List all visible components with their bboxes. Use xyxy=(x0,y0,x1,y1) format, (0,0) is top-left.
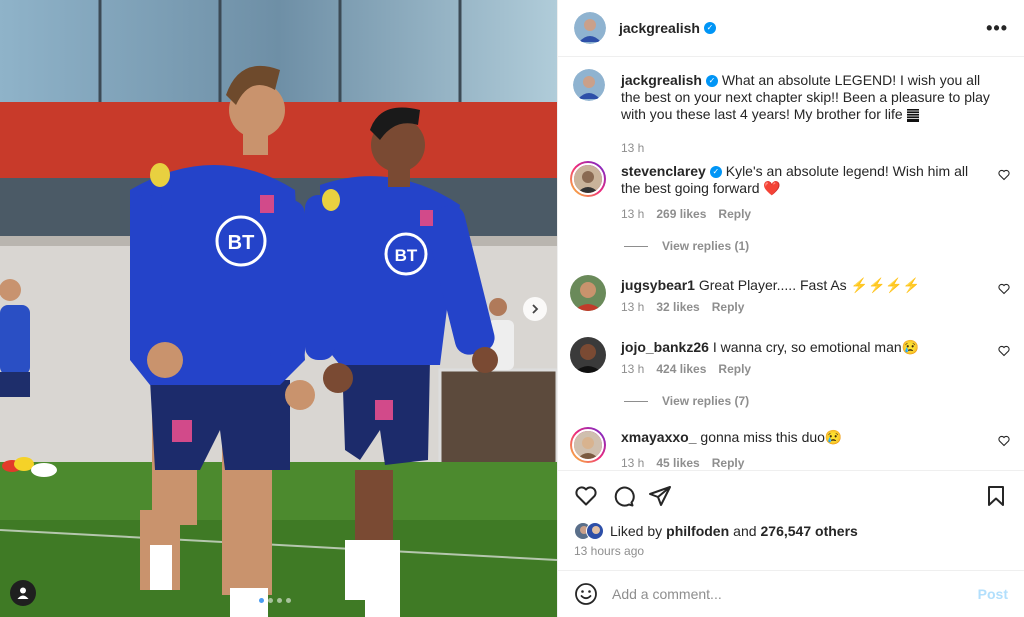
reply-button[interactable]: Reply xyxy=(712,456,745,470)
divider-line xyxy=(624,400,648,402)
comment-time: 13 h xyxy=(621,362,645,376)
jersey-logo-right: BT xyxy=(395,246,418,265)
reply-button[interactable]: Reply xyxy=(718,362,751,376)
chevron-right-icon xyxy=(532,304,539,314)
liked-by-and: and xyxy=(733,523,757,539)
comment-input[interactable] xyxy=(612,586,978,602)
like-icon[interactable] xyxy=(574,484,598,508)
post-photo[interactable]: BT BT xyxy=(0,0,557,617)
comment-likes[interactable]: 424 likes xyxy=(656,362,706,376)
comment-text: gonna miss this duo😢 xyxy=(700,429,843,445)
training-photo: BT BT xyxy=(0,0,557,617)
heart-icon[interactable] xyxy=(998,345,1010,357)
caption-time: 13 h xyxy=(621,141,645,155)
jersey-logo-left: BT xyxy=(228,232,255,254)
comment-body: xmayaxxo_ gonna miss this duo😢 xyxy=(621,429,991,446)
comment-username[interactable]: jojo_bankz26 xyxy=(621,339,709,355)
carousel-dot xyxy=(286,598,291,603)
view-replies-label: View replies (1) xyxy=(662,239,750,253)
carousel-dot xyxy=(277,598,282,603)
caption-avatar[interactable] xyxy=(573,69,605,101)
liked-by: Liked by philfoden and 276,547 others xyxy=(574,520,1008,542)
comment-time: 13 h xyxy=(621,456,645,470)
carousel-dot xyxy=(268,598,273,603)
post-timestamp[interactable]: 13 hours ago xyxy=(574,544,644,558)
comment-body: jugsybear1 Great Player..... Fast As ⚡⚡⚡… xyxy=(621,277,991,294)
post-header: jackgrealish ✓ ••• xyxy=(558,0,1024,57)
comment-body: stevenclarey ✓ Kyle's an absolute legend!… xyxy=(621,163,991,197)
reply-button[interactable]: Reply xyxy=(718,207,751,221)
comment-meta: 13 h 32 likes Reply xyxy=(621,300,756,314)
post-comment-button[interactable]: Post xyxy=(978,586,1008,602)
comment-avatar[interactable] xyxy=(570,427,606,463)
comment-username[interactable]: jugsybear1 xyxy=(621,277,695,293)
reply-button[interactable]: Reply xyxy=(712,300,745,314)
emoji-icon[interactable] xyxy=(574,582,598,606)
liked-by-prefix: Liked by xyxy=(610,523,663,539)
liked-by-others[interactable]: 276,547 others xyxy=(761,523,858,539)
comment-likes[interactable]: 32 likes xyxy=(656,300,699,314)
comment-avatar[interactable] xyxy=(570,337,606,373)
comment-username[interactable]: stevenclarey xyxy=(621,163,706,179)
comment-meta: 13 h 424 likes Reply xyxy=(621,362,763,376)
user-icon xyxy=(17,587,29,599)
carousel-dot xyxy=(259,598,264,603)
verified-icon: ✓ xyxy=(709,166,722,179)
carousel-indicator xyxy=(259,598,291,603)
caption-username[interactable]: jackgrealish xyxy=(621,72,702,88)
add-comment-bar: Post xyxy=(558,570,1024,617)
comment-avatar[interactable] xyxy=(570,161,606,197)
save-bookmark-icon[interactable] xyxy=(984,484,1008,508)
flag-icon xyxy=(906,108,919,122)
comment-likes[interactable]: 269 likes xyxy=(656,207,706,221)
view-replies-label: View replies (7) xyxy=(662,394,750,408)
share-icon[interactable] xyxy=(648,484,672,508)
comment-text: I wanna cry, so emotional man😢 xyxy=(712,339,920,355)
comment-avatar[interactable] xyxy=(570,275,606,311)
heart-icon[interactable] xyxy=(998,169,1010,181)
comment-meta: 13 h 269 likes Reply xyxy=(621,207,763,221)
comment-time: 13 h xyxy=(621,207,645,221)
liker-avatar[interactable] xyxy=(586,522,604,540)
verified-icon: ✓ xyxy=(703,22,716,34)
comment-meta: 13 h 45 likes Reply xyxy=(621,456,756,470)
next-image-button[interactable] xyxy=(523,297,547,321)
heart-icon[interactable] xyxy=(998,435,1010,447)
comment-time: 13 h xyxy=(621,300,645,314)
comment-username[interactable]: xmayaxxo_ xyxy=(621,429,697,445)
tagged-users-button[interactable] xyxy=(10,580,36,606)
comment-icon[interactable] xyxy=(611,484,635,508)
liked-by-user[interactable]: philfoden xyxy=(666,523,729,539)
divider-line xyxy=(624,245,648,247)
caption-text-block: jackgrealish ✓ What an absolute LEGEND! I… xyxy=(621,72,993,123)
verified-icon: ✓ xyxy=(705,75,718,88)
author-username[interactable]: jackgrealish xyxy=(619,20,700,36)
view-replies-button[interactable]: View replies (1) xyxy=(624,239,749,253)
comment-body: jojo_bankz26 I wanna cry, so emotional m… xyxy=(621,339,991,356)
post-actions xyxy=(558,470,1024,520)
author-avatar[interactable] xyxy=(574,12,606,44)
post-side-panel: jackgrealish ✓ ••• jackgrealish ✓ What an… xyxy=(557,0,1024,617)
heart-icon[interactable] xyxy=(998,283,1010,295)
comment-likes[interactable]: 45 likes xyxy=(656,456,699,470)
more-options-icon[interactable]: ••• xyxy=(986,18,1008,39)
comments-list[interactable]: jackgrealish ✓ What an absolute LEGEND! I… xyxy=(558,57,1024,470)
comment-text: Great Player..... Fast As ⚡⚡⚡⚡ xyxy=(698,277,921,293)
view-replies-button[interactable]: View replies (7) xyxy=(624,394,749,408)
